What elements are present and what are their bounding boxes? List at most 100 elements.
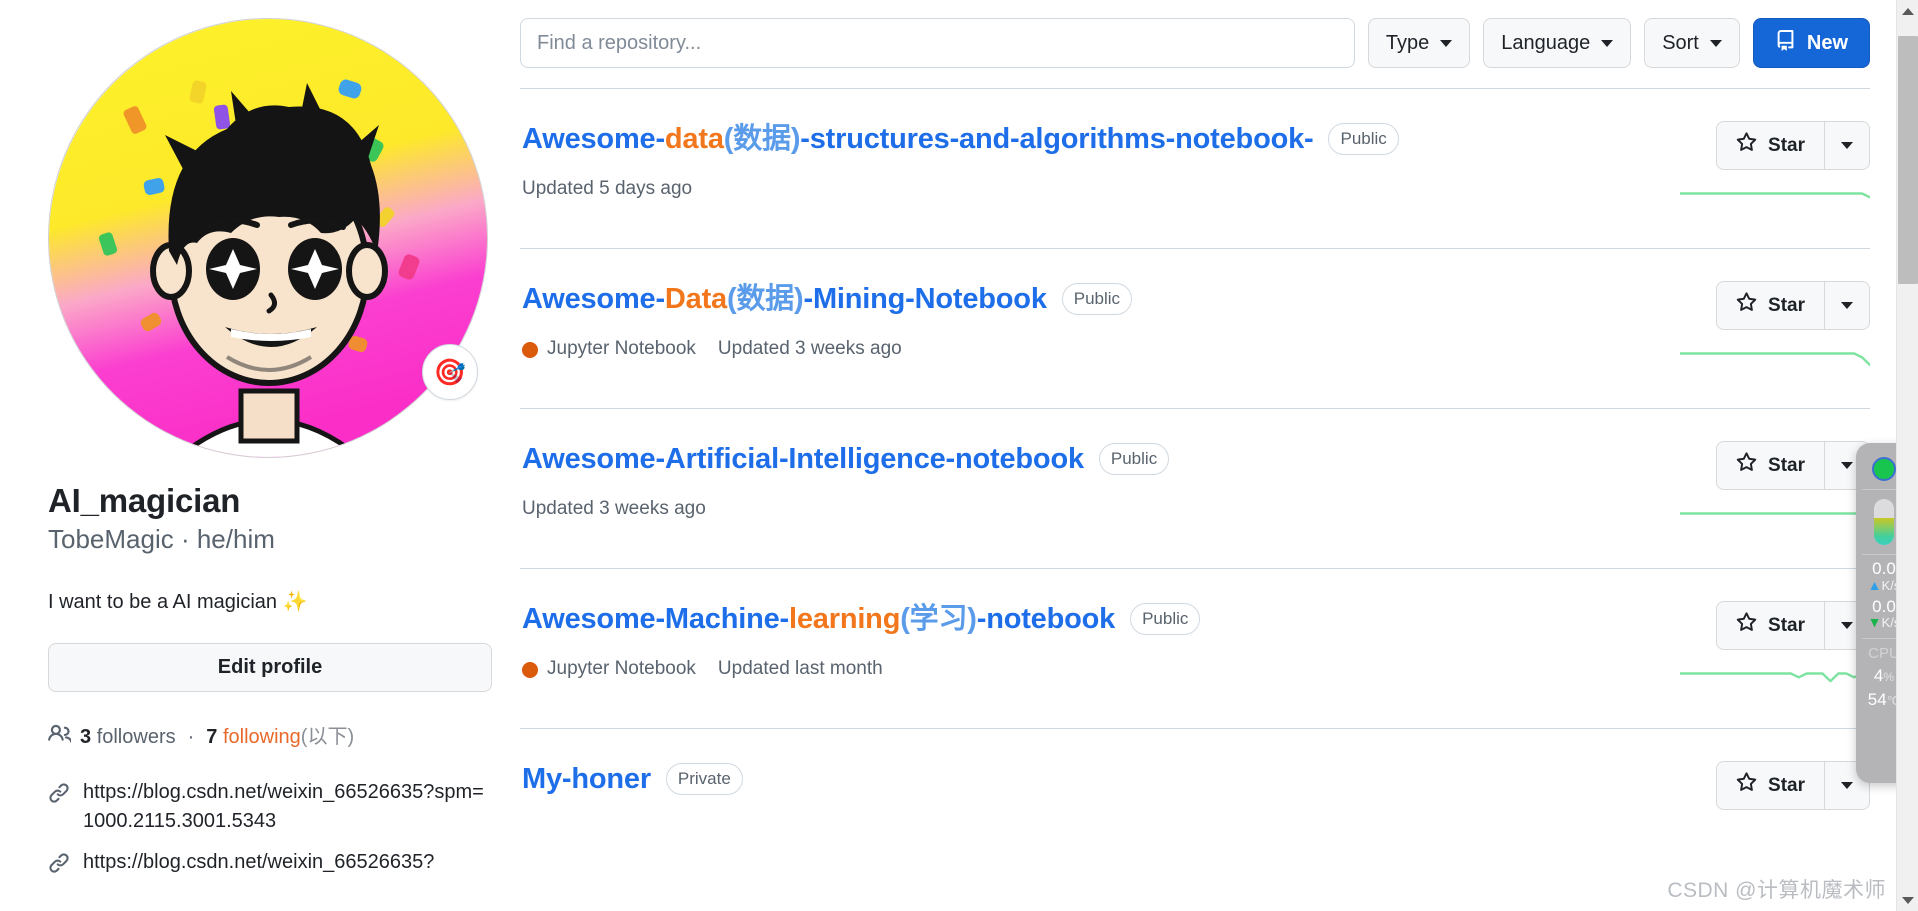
link-icon — [48, 852, 70, 883]
cpu-temperature-value: 54 — [1867, 690, 1887, 710]
repository-name-segment: My-honer — [522, 763, 651, 795]
chevron-down-icon — [1841, 462, 1853, 469]
repository-name-segment: (数据) — [726, 283, 804, 315]
page-scrollbar[interactable] — [1896, 0, 1918, 911]
repository-info: Awesome-Machine-learning(学习)-notebook Pub… — [520, 601, 1656, 682]
repository-name-segment: -Mining-Notebook — [803, 283, 1047, 315]
repository-name-link[interactable]: Awesome-data(数据)-structures-and-algorith… — [522, 121, 1314, 157]
followers-separator: · — [187, 726, 195, 749]
profile-bio: I want to be a AI magician ✨ — [48, 587, 492, 617]
arrow-up-icon: ▲ — [1867, 576, 1882, 593]
repository-visibility-badge: Public — [1098, 443, 1170, 476]
github-profile-page: 🎯 AI_magician TobeMagic · he/him I want … — [0, 0, 1918, 911]
following-label-translation: (以下) — [300, 726, 355, 749]
star-button-group: Star — [1716, 121, 1870, 170]
star-button-group: Star — [1716, 441, 1870, 490]
repository-language: Jupyter Notebook — [522, 657, 696, 682]
repository-title-row: Awesome-data(数据)-structures-and-algorith… — [522, 121, 1656, 157]
repository-info: My-honer Private — [520, 761, 1692, 797]
chevron-down-icon — [1841, 142, 1853, 149]
star-button[interactable]: Star — [1717, 442, 1824, 489]
language-color-dot — [522, 661, 538, 678]
repository-activity-sparkline — [1680, 512, 1870, 519]
star-button-label: Star — [1768, 614, 1805, 636]
following-link[interactable]: 7 following(以下) — [206, 724, 354, 750]
status-badge[interactable]: 🎯 — [422, 344, 478, 400]
profile-bio-text: I want to be a AI magician — [48, 591, 283, 614]
chevron-down-icon — [1709, 39, 1722, 47]
repository-visibility-badge: Public — [1130, 603, 1201, 636]
star-button-label: Star — [1768, 774, 1805, 796]
repository-list-item: Awesome-data(数据)-structures-and-algorith… — [520, 89, 1870, 249]
followers-count: 3 — [80, 726, 92, 749]
repository-visibility-badge: Private — [665, 763, 743, 796]
star-button-group: Star — [1716, 281, 1870, 330]
new-repository-button[interactable]: New — [1752, 18, 1870, 68]
name-block: AI_magician TobeMagic · he/him — [48, 480, 492, 557]
repository-list-item: Awesome-Machine-learning(学习)-notebook Pub… — [520, 569, 1870, 729]
repository-language: Jupyter Notebook — [522, 337, 696, 362]
profile-link-item: https://blog.csdn.net/weixin_66526635? — [48, 848, 492, 883]
language-filter-button[interactable]: Language — [1483, 18, 1632, 68]
scrollbar-thumb[interactable] — [1897, 36, 1918, 284]
edit-profile-button[interactable]: Edit profile — [48, 643, 492, 693]
star-button-group: Star — [1716, 601, 1870, 650]
repository-actions: Star — [1692, 761, 1870, 810]
search-input[interactable] — [520, 18, 1355, 68]
repository-meta: Jupyter Notebook Updated last month — [522, 657, 1656, 682]
repository-name-segment: -structures-and-algorithms-notebook- — [800, 123, 1314, 155]
type-filter-label: Type — [1385, 31, 1430, 54]
repository-name-segment: Awesome- — [522, 283, 665, 315]
repository-meta: Updated 3 weeks ago — [522, 497, 1656, 522]
repository-name-link[interactable]: Awesome-Data(数据)-Mining-Notebook — [522, 281, 1047, 317]
star-button[interactable]: Star — [1717, 762, 1824, 809]
followers-link[interactable]: 3 followers — [80, 724, 176, 750]
star-button-label: Star — [1768, 134, 1805, 156]
star-button[interactable]: Star — [1717, 122, 1824, 169]
profile-link-url[interactable]: https://blog.csdn.net/weixin_66526635?sp… — [83, 778, 492, 836]
profile-link-item: https://blog.csdn.net/weixin_66526635?sp… — [48, 778, 492, 836]
cpu-usage-unit: % — [1883, 670, 1895, 685]
star-dropdown-button[interactable] — [1824, 282, 1869, 329]
profile-link-url[interactable]: https://blog.csdn.net/weixin_66526635? — [83, 848, 434, 877]
repo-book-icon — [1775, 29, 1796, 57]
repository-actions: Star — [1656, 121, 1870, 218]
cpu-usage-value: 4 — [1873, 666, 1884, 686]
new-repository-label: New — [1806, 31, 1848, 54]
avatar[interactable] — [48, 18, 488, 458]
scrollbar-down-arrow[interactable] — [1897, 889, 1918, 911]
repository-updated-time: Updated last month — [717, 658, 883, 680]
repository-updated-time: Updated 3 weeks ago — [717, 338, 902, 360]
link-icon — [48, 782, 70, 813]
sort-filter-button[interactable]: Sort — [1644, 18, 1740, 68]
cpu-usage-stat: 4% — [1874, 666, 1894, 686]
repository-title-row: My-honer Private — [522, 761, 1692, 797]
repository-info: Awesome-Data(数据)-Mining-Notebook Public Ju… — [520, 281, 1656, 362]
repository-meta: Updated 5 days ago — [522, 177, 1656, 202]
chevron-down-icon — [1841, 622, 1853, 629]
repository-language-label: Jupyter Notebook — [547, 658, 696, 680]
scrollbar-up-arrow[interactable] — [1897, 0, 1918, 22]
followers-label: followers — [96, 726, 176, 749]
repository-name-link[interactable]: Awesome-Machine-learning(学习)-notebook — [522, 601, 1115, 637]
star-dropdown-button[interactable] — [1824, 122, 1869, 169]
type-filter-button[interactable]: Type — [1367, 18, 1471, 68]
chevron-down-icon — [1440, 39, 1453, 47]
profile-full-name: AI_magician — [48, 482, 241, 519]
repository-list-item: My-honer Private Star — [520, 729, 1870, 849]
repository-toolbar: Type Language Sort New — [520, 18, 1870, 88]
repository-actions: Star — [1656, 281, 1870, 378]
repository-name-link[interactable]: Awesome-Artificial-Intelligence-notebook — [522, 441, 1084, 477]
star-button[interactable]: Star — [1717, 282, 1824, 329]
repository-title-row: Awesome-Machine-learning(学习)-notebook Pub… — [522, 601, 1656, 637]
repository-name-segment: learning — [789, 603, 901, 635]
star-button[interactable]: Star — [1717, 602, 1824, 649]
repository-actions: Star — [1656, 601, 1870, 698]
repository-name-link[interactable]: My-honer — [522, 761, 651, 797]
arrow-down-icon: ▼ — [1867, 614, 1882, 631]
scrollbar-track[interactable] — [1897, 22, 1918, 889]
repository-name-segment: Data — [664, 283, 727, 315]
chevron-down-icon — [1901, 896, 1914, 904]
language-color-dot — [522, 341, 538, 358]
chevron-down-icon — [1841, 782, 1853, 789]
